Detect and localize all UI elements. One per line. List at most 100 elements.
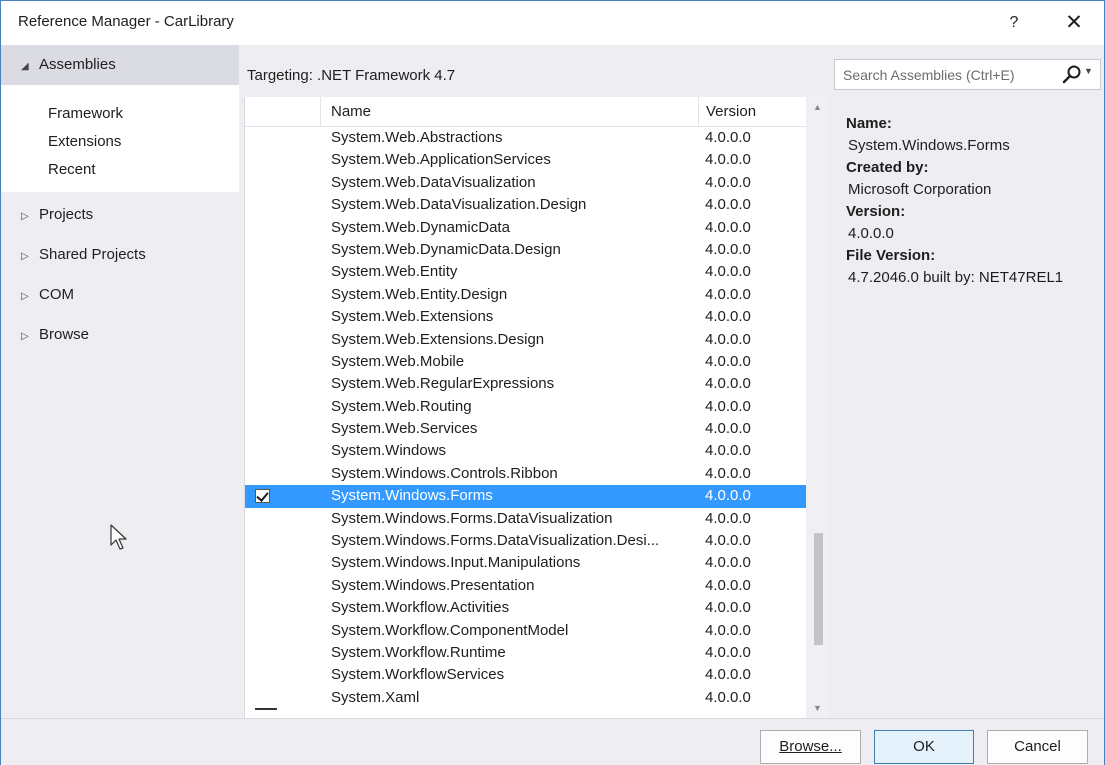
table-row[interactable]: System.Web.Abstractions 4.0.0.0 [245,127,806,149]
cancel-button[interactable]: Cancel [987,730,1088,764]
browse-button[interactable]: Browse... [760,730,861,764]
table-row[interactable]: System.Windows 4.0.0.0 [245,440,806,462]
row-name: System.Web.Mobile [331,352,465,370]
search-box[interactable]: ▼ [834,59,1101,90]
row-version: 4.0.0.0 [705,487,751,505]
column-header-version[interactable]: Version [699,97,806,127]
row-checkbox[interactable] [255,601,270,615]
row-checkbox[interactable] [255,467,270,481]
table-row[interactable]: System.Web.DynamicData 4.0.0.0 [245,217,806,239]
table-row[interactable]: System.Web.Extensions.Design 4.0.0.0 [245,329,806,351]
ok-button[interactable]: OK [874,730,974,764]
row-checkbox[interactable] [255,265,270,279]
close-button[interactable]: ✕ [1057,9,1091,37]
tree-node-label: Projects [39,206,94,223]
table-row[interactable]: System.Web.Mobile 4.0.0.0 [245,351,806,373]
table-row[interactable]: System.Web.ApplicationServices 4.0.0.0 [245,149,806,171]
table-row[interactable]: System.Web.Routing 4.0.0.0 [245,396,806,418]
table-row[interactable]: System.Workflow.Activities 4.0.0.0 [245,597,806,619]
table-row[interactable]: System.Windows.Controls.Ribbon 4.0.0.0 [245,463,806,485]
table-row[interactable]: System.Web.Services 4.0.0.0 [245,418,806,440]
row-checkbox[interactable] [255,489,270,504]
vertical-scrollbar[interactable]: ▲ ▼ [807,97,828,718]
row-checkbox[interactable] [255,556,270,570]
table-row[interactable]: System.Windows.Input.Manipulations 4.0.0.… [245,552,806,574]
row-name: System.Web.DynamicData [331,218,510,236]
row-checkbox[interactable] [255,624,270,638]
tree-node-browse[interactable]: ▷ Browse [1,317,239,353]
table-row[interactable]: System.Windows.Presentation 4.0.0.0 [245,575,806,597]
row-version: 4.0.0.0 [705,464,751,482]
scroll-up-icon[interactable]: ▲ [807,97,828,117]
table-row[interactable]: System.Web.Entity.Design 4.0.0.0 [245,284,806,306]
row-checkbox[interactable] [255,422,270,436]
row-name: System.Web.Extensions [331,308,494,326]
row-checkbox[interactable] [255,221,270,235]
triangle-right-icon[interactable]: ▷ [21,279,39,315]
tree-item-extensions[interactable]: Extensions [48,133,121,150]
table-row[interactable]: System.Web.DataVisualization.Design 4.0.0… [245,194,806,216]
table-row[interactable]: System.Windows.Forms.DataVisualization 4.… [245,508,806,530]
table-row[interactable]: System.Web.Extensions 4.0.0.0 [245,306,806,328]
table-row[interactable]: System.Xaml 4.0.0.0 [245,687,806,709]
row-checkbox[interactable] [255,355,270,369]
search-input[interactable] [835,60,1050,89]
row-checkbox[interactable] [255,176,270,190]
row-checkbox[interactable] [255,400,270,414]
row-checkbox[interactable] [255,243,270,257]
row-name: System.Workflow.ComponentModel [331,621,569,639]
tree-node-projects[interactable]: ▷ Projects [1,197,239,233]
row-checkbox[interactable] [255,131,270,145]
table-row[interactable]: System.Web.RegularExpressions 4.0.0.0 [245,373,806,395]
triangle-right-icon[interactable]: ▷ [21,239,39,275]
table-row[interactable]: System.Web.DynamicData.Design 4.0.0.0 [245,239,806,261]
row-checkbox[interactable] [255,310,270,324]
row-name: System.Windows.Input.Manipulations [331,554,581,572]
search-icon[interactable] [1061,64,1083,86]
table-row[interactable]: System.Windows.Forms 4.0.0.0 [245,485,806,508]
column-header-name[interactable]: Name [321,97,699,127]
detail-created-value: Microsoft Corporation [848,181,992,198]
row-checkbox[interactable] [255,444,270,458]
table-row[interactable]: System.Web.Entity 4.0.0.0 [245,261,806,283]
row-name: System.Xaml [331,688,420,706]
row-checkbox[interactable] [255,153,270,167]
row-checkbox[interactable] [255,534,270,548]
row-checkbox[interactable] [255,646,270,660]
checkmark-icon[interactable] [255,489,270,504]
tree-node-com[interactable]: ▷ COM [1,277,239,313]
row-name: System.Workflow.Runtime [331,643,506,661]
scroll-down-icon[interactable]: ▼ [807,698,828,718]
row-name: System.Web.Abstractions [331,129,503,146]
triangle-right-icon[interactable]: ▷ [21,199,39,235]
table-row[interactable]: System.Windows.Forms.DataVisualization.D… [245,530,806,552]
assemblies-list[interactable]: Name Version System.Web.Abstractions 4.0.… [244,97,806,718]
detail-fileversion-value: 4.7.2046.0 built by: NET47REL1 [848,269,1064,286]
tree-item-framework[interactable]: Framework [48,105,123,122]
tree-item-recent[interactable]: Recent [48,161,96,178]
row-checkbox[interactable] [255,668,270,682]
row-checkbox[interactable] [255,288,270,302]
dialog-footer: Browse... OK Cancel [1,718,1104,765]
help-button[interactable]: ? [997,9,1031,37]
row-checkbox[interactable] [255,198,270,212]
triangle-down-icon[interactable]: ◢ [21,47,39,87]
table-row[interactable]: System.Web.DataVisualization 4.0.0.0 [245,172,806,194]
triangle-right-icon[interactable]: ▷ [21,319,39,355]
row-checkbox[interactable] [255,579,270,593]
chevron-down-icon[interactable]: ▼ [1084,66,1093,76]
row-checkbox[interactable] [255,377,270,391]
row-checkbox[interactable] [255,512,270,526]
row-name: System.Windows [331,442,447,460]
tree-node-shared-projects[interactable]: ▷ Shared Projects [1,237,239,273]
row-name: System.Workflow.Activities [331,599,510,617]
row-checkbox[interactable] [255,333,270,347]
row-checkbox[interactable] [255,691,270,705]
tree-node-assemblies[interactable]: ◢ Assemblies [1,45,239,85]
scrollbar-thumb[interactable] [814,533,823,645]
table-row[interactable]: System.WorkflowServices 4.0.0.0 [245,664,806,686]
row-name: System.Web.Entity.Design [331,285,508,303]
table-row[interactable]: System.Workflow.ComponentModel 4.0.0.0 [245,620,806,642]
table-row[interactable]: System.Workflow.Runtime 4.0.0.0 [245,642,806,664]
column-header-check[interactable] [245,97,321,127]
